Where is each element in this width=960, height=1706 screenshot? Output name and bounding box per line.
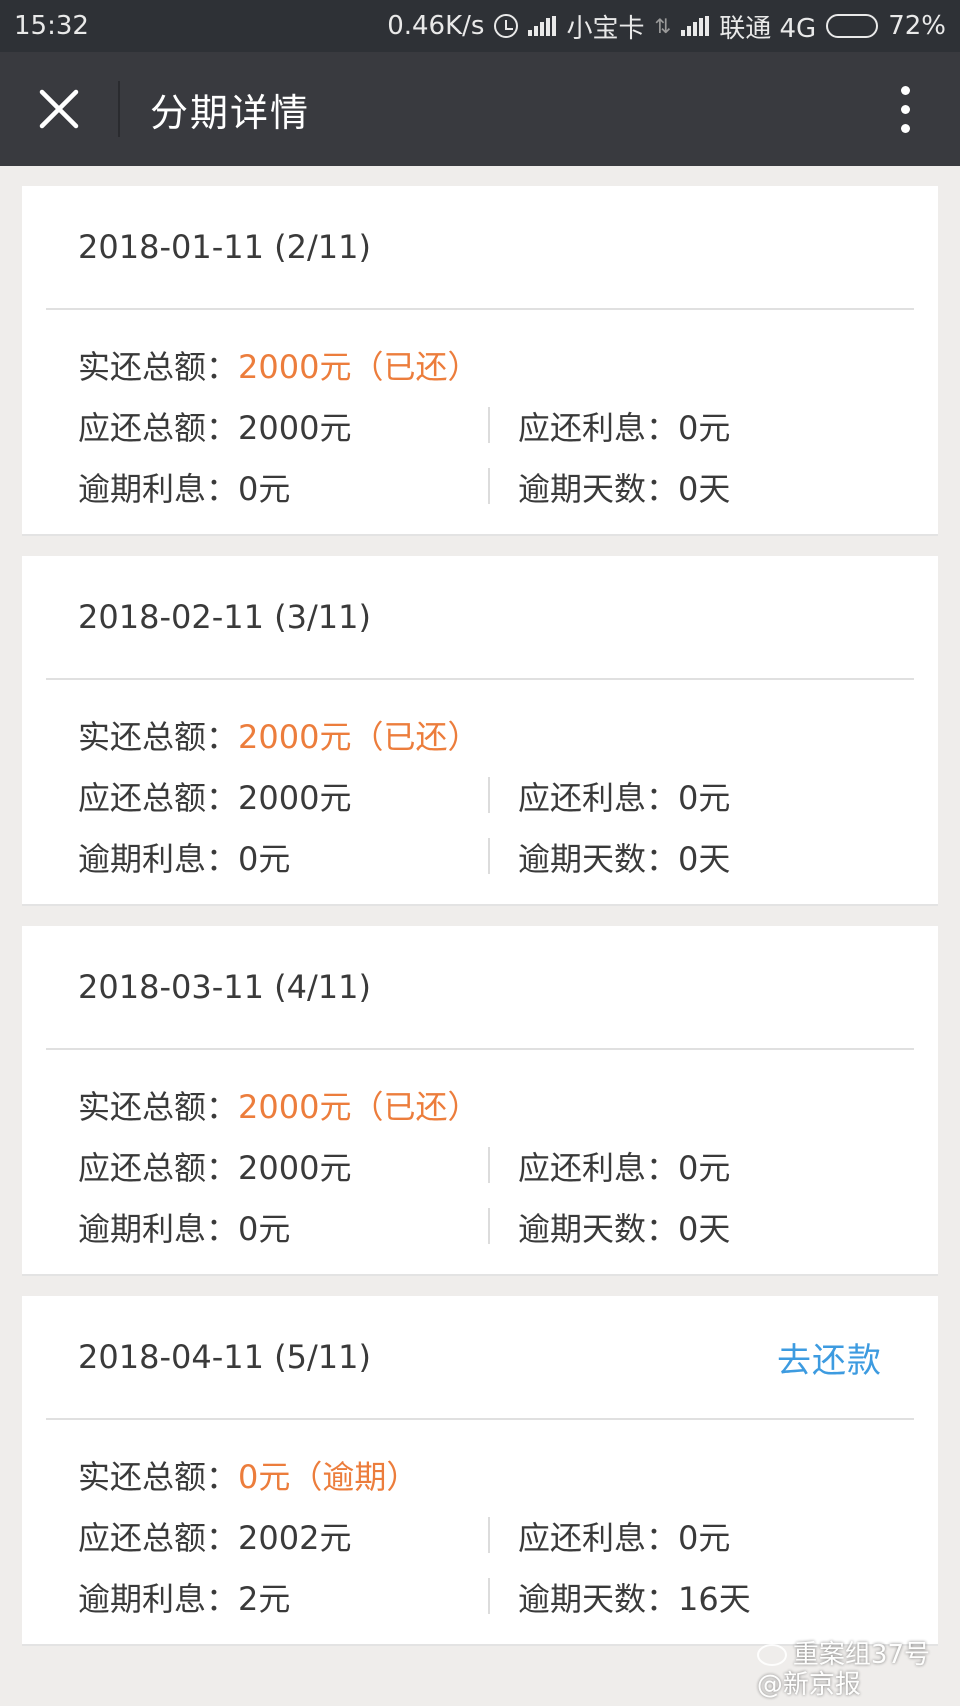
data-transfer-icon: ⇅ bbox=[654, 14, 672, 38]
actual-total-label: 实还总额： bbox=[78, 717, 239, 756]
card-divider bbox=[46, 1048, 914, 1050]
card-body: 实还总额： 2000元（已还） 应还总额： 2000元 应还利息： 0元 逾期利息： 0… bbox=[78, 704, 898, 887]
due-interest-label: 应还利息： bbox=[518, 1148, 679, 1187]
wechat-icon bbox=[756, 1644, 787, 1666]
overdue-days-label: 逾期天数： bbox=[518, 1579, 679, 1618]
status-time: 15:32 bbox=[14, 11, 89, 41]
overdue-interest-label: 逾期利息： bbox=[78, 839, 239, 878]
watermark-line2: @新京报 bbox=[756, 1670, 861, 1700]
card-body: 实还总额： 2000元（已还） 应还总额： 2000元 应还利息： 0元 逾期利息： 0… bbox=[78, 1074, 898, 1257]
overdue-days-label: 逾期天数： bbox=[518, 1209, 679, 1248]
card-divider bbox=[46, 1418, 914, 1420]
installment-card: 2018-04-11 (5/11) 去还款 实还总额： 0元（逾期） 应还总额： 2… bbox=[22, 1296, 938, 1646]
card-header: 2018-04-11 (5/11) 去还款 bbox=[22, 1296, 938, 1418]
card-header: 2018-01-11 (2/11) bbox=[22, 186, 938, 308]
due-total-label: 应还总额： bbox=[78, 1518, 239, 1557]
due-interest-value: 0元 bbox=[678, 1148, 731, 1187]
nav-divider bbox=[118, 81, 120, 137]
installment-date: 2018-03-11 (4/11) bbox=[78, 968, 371, 1006]
status-bar: 15:32 0.46K/s 小宝卡 ⇅ 联通 4G 72% bbox=[0, 0, 960, 52]
overdue-interest-value: 0元 bbox=[238, 1209, 291, 1248]
due-interest-label: 应还利息： bbox=[518, 778, 679, 817]
actual-total-label: 实还总额： bbox=[78, 1457, 239, 1496]
watermark: 重案组37号 @新京报 bbox=[756, 1640, 930, 1700]
actual-total-label: 实还总额： bbox=[78, 347, 239, 386]
installment-card: 2018-02-11 (3/11) 实还总额： 2000元（已还） 应还总额： 20… bbox=[22, 556, 938, 906]
overdue-days-value: 16天 bbox=[678, 1579, 751, 1618]
more-dots-icon bbox=[900, 85, 910, 95]
due-total-label: 应还总额： bbox=[78, 408, 239, 447]
carrier1-label: 小宝卡 bbox=[566, 13, 645, 44]
installment-card: 2018-03-11 (4/11) 实还总额： 2000元（已还） 应还总额： 20… bbox=[22, 926, 938, 1276]
battery-icon bbox=[826, 14, 879, 38]
card-body: 实还总额： 0元（逾期） 应还总额： 2002元 应还利息： 0元 逾期利息： 2元 逾… bbox=[78, 1444, 898, 1627]
overdue-interest-label: 逾期利息： bbox=[78, 1579, 239, 1618]
card-body: 实还总额： 2000元（已还） 应还总额： 2000元 应还利息： 0元 逾期利息： 0… bbox=[78, 334, 898, 517]
close-button[interactable] bbox=[0, 52, 118, 166]
installment-date: 2018-01-11 (2/11) bbox=[78, 228, 371, 266]
more-menu-button[interactable] bbox=[850, 52, 960, 166]
installment-list: 2018-01-11 (2/11) 实还总额： 2000元（已还） 应还总额： 20… bbox=[22, 166, 938, 1646]
card-divider bbox=[46, 308, 914, 310]
watermark-line1: 重案组37号 bbox=[792, 1640, 930, 1670]
due-total-value: 2000元 bbox=[238, 778, 352, 817]
due-interest-label: 应还利息： bbox=[518, 1518, 679, 1557]
battery-percent: 72% bbox=[888, 11, 946, 41]
network-speed: 0.46K/s bbox=[387, 11, 485, 41]
due-interest-value: 0元 bbox=[678, 408, 731, 447]
due-interest-label: 应还利息： bbox=[518, 408, 679, 447]
due-total-value: 2000元 bbox=[238, 1148, 352, 1187]
actual-total-value: 2000元（已还） bbox=[238, 717, 480, 756]
nav-bar: 分期详情 bbox=[0, 52, 960, 166]
card-header: 2018-02-11 (3/11) bbox=[22, 556, 938, 678]
overdue-interest-label: 逾期利息： bbox=[78, 1209, 239, 1248]
due-total-value: 2000元 bbox=[238, 408, 352, 447]
card-divider bbox=[46, 678, 914, 680]
signal-icon bbox=[528, 16, 557, 36]
alarm-icon bbox=[494, 14, 519, 38]
overdue-days-label: 逾期天数： bbox=[518, 469, 679, 508]
overdue-interest-value: 2元 bbox=[238, 1579, 291, 1618]
repay-button[interactable]: 去还款 bbox=[777, 1333, 882, 1382]
page-title: 分期详情 bbox=[150, 90, 311, 135]
carrier2-label: 联通 4G bbox=[719, 13, 817, 44]
actual-total-value: 0元（逾期） bbox=[238, 1457, 419, 1496]
overdue-interest-label: 逾期利息： bbox=[78, 469, 239, 508]
due-interest-value: 0元 bbox=[678, 778, 731, 817]
card-header: 2018-03-11 (4/11) bbox=[22, 926, 938, 1048]
actual-total-value: 2000元（已还） bbox=[238, 347, 480, 386]
overdue-days-label: 逾期天数： bbox=[518, 839, 679, 878]
due-total-label: 应还总额： bbox=[78, 778, 239, 817]
due-total-label: 应还总额： bbox=[78, 1148, 239, 1187]
installment-card: 2018-01-11 (2/11) 实还总额： 2000元（已还） 应还总额： 20… bbox=[22, 186, 938, 536]
actual-total-label: 实还总额： bbox=[78, 1087, 239, 1126]
actual-total-value: 2000元（已还） bbox=[238, 1087, 480, 1126]
close-icon bbox=[39, 89, 79, 129]
due-total-value: 2002元 bbox=[238, 1518, 352, 1557]
overdue-days-value: 0天 bbox=[678, 839, 731, 878]
signal2-icon bbox=[681, 16, 710, 36]
status-right: 0.46K/s 小宝卡 ⇅ 联通 4G 72% bbox=[387, 8, 946, 45]
overdue-interest-value: 0元 bbox=[238, 469, 291, 508]
overdue-days-value: 0天 bbox=[678, 1209, 731, 1248]
overdue-days-value: 0天 bbox=[678, 469, 731, 508]
overdue-interest-value: 0元 bbox=[238, 839, 291, 878]
due-interest-value: 0元 bbox=[678, 1518, 731, 1557]
installment-date: 2018-04-11 (5/11) bbox=[78, 1338, 371, 1376]
installment-date: 2018-02-11 (3/11) bbox=[78, 598, 371, 636]
